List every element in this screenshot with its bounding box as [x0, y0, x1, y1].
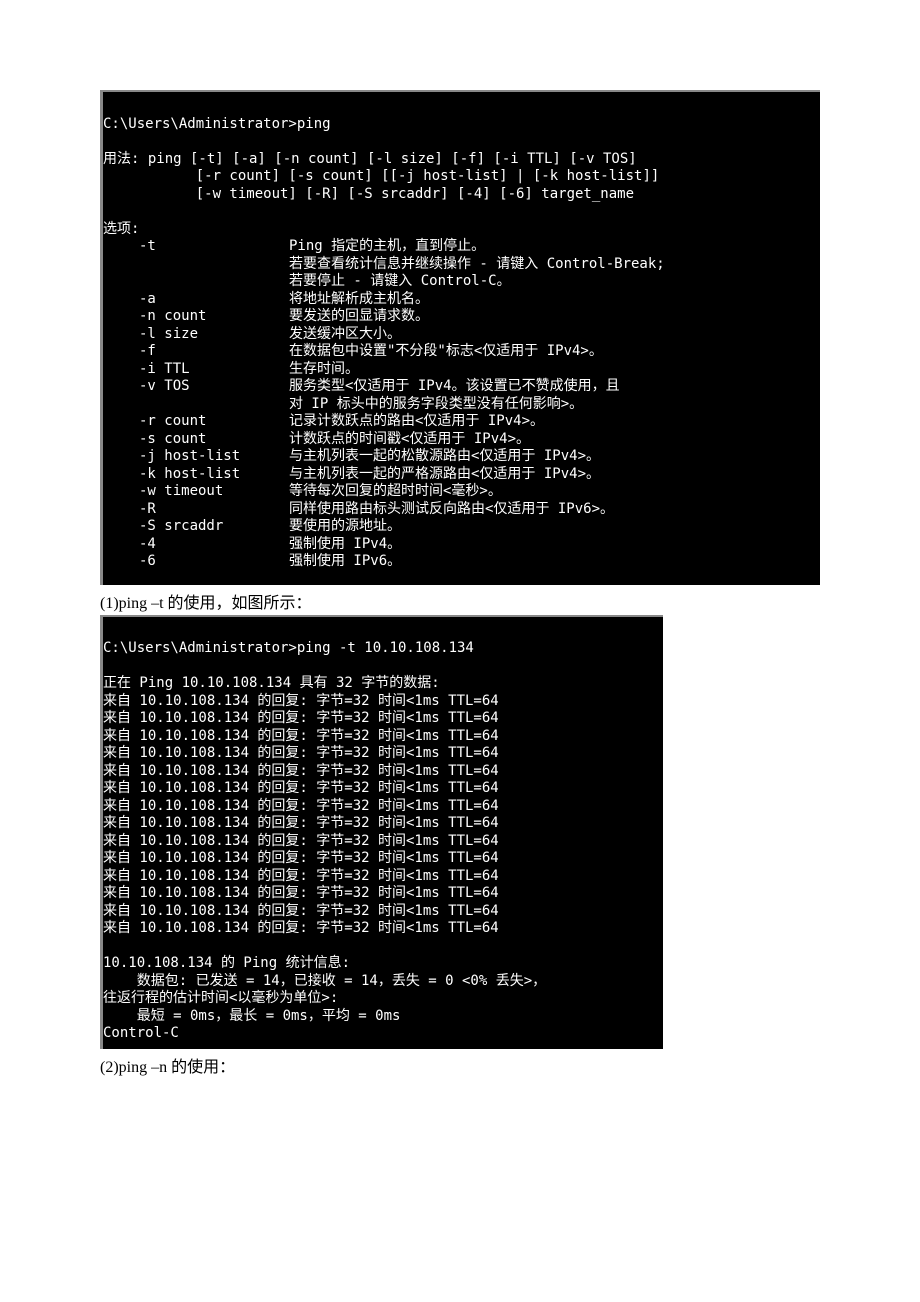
option-desc: 要使用的源地址。	[289, 518, 401, 536]
terminal-ping-t: C:\Users\Administrator>ping -t 10.10.108…	[100, 615, 663, 1049]
stats-title: 10.10.108.134 的 Ping 统计信息:	[103, 955, 350, 971]
options-list: -tPing 指定的主机，直到停止。若要查看统计信息并继续操作 - 请键入 Co…	[103, 238, 820, 571]
ping-replies: 来自 10.10.108.134 的回复: 字节=32 时间<1ms TTL=6…	[103, 693, 663, 938]
option-flag	[103, 256, 289, 274]
option-row: -R同样使用路由标头测试反向路由<仅适用于 IPv6>。	[103, 501, 820, 519]
prompt-line: C:\Users\Administrator>ping -t 10.10.108…	[103, 640, 474, 656]
option-flag: -j host-list	[103, 448, 289, 466]
option-desc: 等待每次回复的超时时间<毫秒>。	[289, 483, 502, 501]
usage-line2: [-r count] [-s count] [[-j host-list] | …	[103, 168, 659, 184]
terminal-ping-usage: C:\Users\Administrator>ping 用法: ping [-t…	[100, 90, 820, 585]
option-flag: -f	[103, 343, 289, 361]
option-row: -s count计数跃点的时间戳<仅适用于 IPv4>。	[103, 431, 820, 449]
control-c: Control-C	[103, 1025, 179, 1041]
option-desc: Ping 指定的主机，直到停止。	[289, 238, 485, 256]
ping-reply-line: 来自 10.10.108.134 的回复: 字节=32 时间<1ms TTL=6…	[103, 745, 499, 761]
option-flag: -t	[103, 238, 289, 256]
ping-reply-line: 来自 10.10.108.134 的回复: 字节=32 时间<1ms TTL=6…	[103, 780, 499, 796]
option-desc: 若要停止 - 请键入 Control-C。	[289, 273, 511, 291]
option-flag: -a	[103, 291, 289, 309]
option-desc: 同样使用路由标头测试反向路由<仅适用于 IPv6>。	[289, 501, 614, 519]
option-desc: 强制使用 IPv4。	[289, 536, 401, 554]
option-row: -v TOS服务类型<仅适用于 IPv4。该设置已不赞成使用，且	[103, 378, 820, 396]
option-desc: 服务类型<仅适用于 IPv4。该设置已不赞成使用，且	[289, 378, 620, 396]
option-flag: -w timeout	[103, 483, 289, 501]
stats-line1: 数据包: 已发送 = 14，已接收 = 14，丢失 = 0 <0% 丢失>，	[103, 973, 546, 989]
option-row: -6强制使用 IPv6。	[103, 553, 820, 571]
prompt-line: C:\Users\Administrator>ping	[103, 116, 331, 132]
ping-reply-line: 来自 10.10.108.134 的回复: 字节=32 时间<1ms TTL=6…	[103, 815, 499, 831]
option-row: -j host-list与主机列表一起的松散源路由<仅适用于 IPv4>。	[103, 448, 820, 466]
ping-reply-line: 来自 10.10.108.134 的回复: 字节=32 时间<1ms TTL=6…	[103, 693, 499, 709]
ping-reply-line: 来自 10.10.108.134 的回复: 字节=32 时间<1ms TTL=6…	[103, 798, 499, 814]
option-row: 对 IP 标头中的服务字段类型没有任何影响>。	[103, 396, 820, 414]
option-desc: 计数跃点的时间戳<仅适用于 IPv4>。	[289, 431, 530, 449]
option-flag: -n count	[103, 308, 289, 326]
option-flag: -4	[103, 536, 289, 554]
option-row: -tPing 指定的主机，直到停止。	[103, 238, 820, 256]
ping-reply-line: 来自 10.10.108.134 的回复: 字节=32 时间<1ms TTL=6…	[103, 903, 499, 919]
ping-reply-line: 来自 10.10.108.134 的回复: 字节=32 时间<1ms TTL=6…	[103, 833, 499, 849]
ping-reply-line: 来自 10.10.108.134 的回复: 字节=32 时间<1ms TTL=6…	[103, 710, 499, 726]
ping-reply-line: 来自 10.10.108.134 的回复: 字节=32 时间<1ms TTL=6…	[103, 885, 499, 901]
option-desc: 生存时间。	[289, 361, 359, 379]
stats-line2: 往返行程的估计时间<以毫秒为单位>:	[103, 990, 338, 1006]
option-flag: -l size	[103, 326, 289, 344]
caption-ping-n: (2)ping –n 的使用：	[100, 1053, 820, 1077]
option-flag: -i TTL	[103, 361, 289, 379]
ping-reply-line: 来自 10.10.108.134 的回复: 字节=32 时间<1ms TTL=6…	[103, 868, 499, 884]
options-label: 选项:	[103, 221, 139, 237]
option-desc: 与主机列表一起的严格源路由<仅适用于 IPv4>。	[289, 466, 600, 484]
option-flag: -s count	[103, 431, 289, 449]
option-desc: 与主机列表一起的松散源路由<仅适用于 IPv4>。	[289, 448, 600, 466]
option-row: -k host-list与主机列表一起的严格源路由<仅适用于 IPv4>。	[103, 466, 820, 484]
option-desc: 记录计数跃点的路由<仅适用于 IPv4>。	[289, 413, 544, 431]
ping-reply-line: 来自 10.10.108.134 的回复: 字节=32 时间<1ms TTL=6…	[103, 763, 499, 779]
ping-header: 正在 Ping 10.10.108.134 具有 32 字节的数据:	[103, 675, 440, 691]
option-flag: -k host-list	[103, 466, 289, 484]
usage-line3: [-w timeout] [-R] [-S srcaddr] [-4] [-6]…	[103, 186, 634, 202]
option-desc: 对 IP 标头中的服务字段类型没有任何影响>。	[289, 396, 583, 414]
option-row: -i TTL生存时间。	[103, 361, 820, 379]
option-row: -4强制使用 IPv4。	[103, 536, 820, 554]
option-flag: -S srcaddr	[103, 518, 289, 536]
option-flag: -v TOS	[103, 378, 289, 396]
option-flag	[103, 396, 289, 414]
option-row: -w timeout等待每次回复的超时时间<毫秒>。	[103, 483, 820, 501]
option-desc: 在数据包中设置"不分段"标志<仅适用于 IPv4>。	[289, 343, 603, 361]
ping-reply-line: 来自 10.10.108.134 的回复: 字节=32 时间<1ms TTL=6…	[103, 920, 499, 936]
ping-reply-line: 来自 10.10.108.134 的回复: 字节=32 时间<1ms TTL=6…	[103, 850, 499, 866]
option-row: -l size发送缓冲区大小。	[103, 326, 820, 344]
option-flag: -r count	[103, 413, 289, 431]
option-desc: 若要查看统计信息并继续操作 - 请键入 Control-Break;	[289, 256, 665, 274]
option-row: -a将地址解析成主机名。	[103, 291, 820, 309]
option-desc: 将地址解析成主机名。	[289, 291, 429, 309]
usage-line1: 用法: ping [-t] [-a] [-n count] [-l size] …	[103, 151, 637, 167]
option-row: -r count记录计数跃点的路由<仅适用于 IPv4>。	[103, 413, 820, 431]
option-desc: 强制使用 IPv6。	[289, 553, 401, 571]
option-flag	[103, 273, 289, 291]
option-row: 若要查看统计信息并继续操作 - 请键入 Control-Break;	[103, 256, 820, 274]
caption-ping-t: (1)ping –t 的使用，如图所示：	[100, 589, 820, 613]
option-flag: -R	[103, 501, 289, 519]
option-flag: -6	[103, 553, 289, 571]
ping-reply-line: 来自 10.10.108.134 的回复: 字节=32 时间<1ms TTL=6…	[103, 728, 499, 744]
option-row: 若要停止 - 请键入 Control-C。	[103, 273, 820, 291]
option-row: -n count要发送的回显请求数。	[103, 308, 820, 326]
option-row: -f在数据包中设置"不分段"标志<仅适用于 IPv4>。	[103, 343, 820, 361]
stats-line3: 最短 = 0ms，最长 = 0ms，平均 = 0ms	[103, 1008, 400, 1024]
option-row: -S srcaddr要使用的源地址。	[103, 518, 820, 536]
option-desc: 要发送的回显请求数。	[289, 308, 429, 326]
option-desc: 发送缓冲区大小。	[289, 326, 401, 344]
